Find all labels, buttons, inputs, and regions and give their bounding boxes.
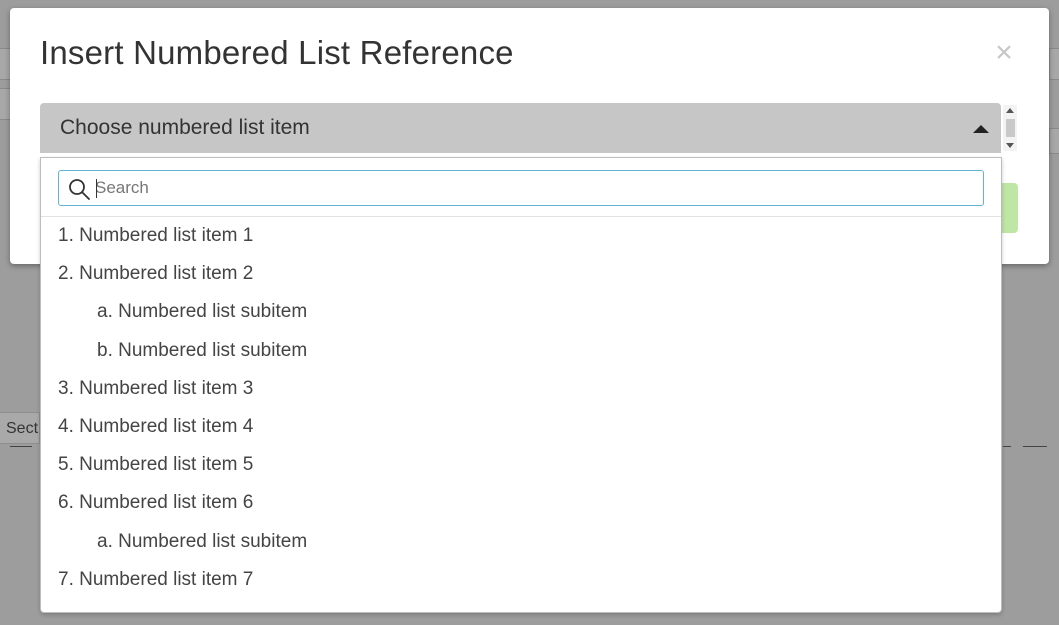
list-item-option[interactable]: 3. Numbered list item 3 bbox=[41, 370, 1001, 408]
list-item-option[interactable]: 1. Numbered list item 1 bbox=[41, 217, 1001, 255]
scrollbar[interactable] bbox=[1003, 105, 1017, 151]
numbered-list-item-select[interactable]: Choose numbered list item bbox=[40, 103, 1001, 153]
text-cursor bbox=[96, 179, 97, 198]
close-button[interactable]: × bbox=[993, 38, 1015, 68]
background-toolbar-fragment bbox=[1049, 128, 1059, 154]
scrollbar-thumb[interactable] bbox=[1006, 119, 1015, 137]
list-subitem-option[interactable]: a. Numbered list subitem bbox=[41, 293, 1001, 331]
background-toolbar-fragment bbox=[1049, 48, 1059, 80]
list-item-option[interactable]: 7. Numbered list item 7 bbox=[41, 561, 1001, 599]
dialog-title: Insert Numbered List Reference bbox=[40, 34, 514, 71]
list-item-option[interactable]: 5. Numbered list item 5 bbox=[41, 446, 1001, 484]
background-section-fragment: Sect bbox=[0, 412, 40, 444]
search-icon bbox=[69, 179, 90, 200]
list-subitem-option[interactable]: b. Numbered list subitem bbox=[41, 332, 1001, 370]
scroll-up-arrow-icon[interactable] bbox=[1006, 108, 1014, 113]
confirm-button[interactable] bbox=[1000, 183, 1018, 233]
list-item-option[interactable]: 4. Numbered list item 4 bbox=[41, 408, 1001, 446]
select-dropdown: 1. Numbered list item 12. Numbered list … bbox=[40, 157, 1002, 613]
list-item-option[interactable]: 2. Numbered list item 2 bbox=[41, 255, 1001, 293]
select-label: Choose numbered list item bbox=[60, 116, 310, 139]
search-area bbox=[41, 158, 1001, 217]
background-divider bbox=[10, 446, 32, 447]
list-subitem-option[interactable]: a. Numbered list subitem bbox=[41, 523, 1001, 561]
search-input[interactable] bbox=[95, 171, 975, 205]
background-divider bbox=[1023, 446, 1047, 447]
background-divider bbox=[1003, 446, 1011, 447]
caret-up-icon bbox=[973, 125, 989, 133]
numbered-list-options: 1. Numbered list item 1 2. Numbered list … bbox=[41, 217, 1001, 599]
scroll-down-arrow-icon[interactable] bbox=[1006, 143, 1014, 148]
list-item-option[interactable]: 6. Numbered list item 6 bbox=[41, 484, 1001, 522]
search-field[interactable] bbox=[58, 170, 984, 206]
